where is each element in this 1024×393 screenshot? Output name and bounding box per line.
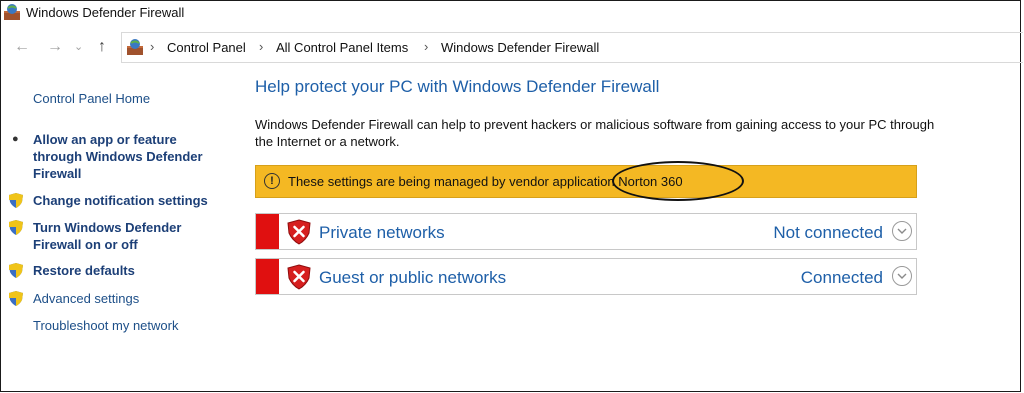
- address-bar[interactable]: › Control Panel › All Control Panel Item…: [121, 32, 1023, 63]
- change-notification-settings-link[interactable]: Change notification settings: [33, 192, 208, 209]
- troubleshoot-network-link[interactable]: Troubleshoot my network: [33, 317, 178, 334]
- restore-defaults-link[interactable]: Restore defaults: [33, 262, 135, 279]
- red-shield-x-icon: [287, 264, 311, 290]
- breadcrumb-separator-icon: ›: [150, 39, 155, 54]
- uac-shield-icon: [9, 291, 23, 306]
- breadcrumb-separator-icon[interactable]: ›: [424, 39, 428, 54]
- page-title: Help protect your PC with Windows Defend…: [255, 77, 660, 96]
- control-panel-home-link[interactable]: Control Panel Home: [33, 90, 150, 107]
- warning-icon: !: [264, 173, 280, 189]
- forward-arrow-icon[interactable]: →: [47, 38, 63, 56]
- uac-shield-icon: [9, 193, 23, 208]
- recent-dropdown-icon[interactable]: ⌄: [74, 40, 83, 53]
- private-networks-panel[interactable]: Private networks Not connected: [255, 213, 917, 250]
- control-panel-icon: [127, 39, 143, 55]
- allow-app-link[interactable]: Allow an app or feature through Windows …: [33, 131, 223, 182]
- back-arrow-icon[interactable]: ←: [14, 38, 30, 56]
- vendor-managed-banner: ! These settings are being managed by ve…: [255, 165, 917, 198]
- up-arrow-icon[interactable]: ↑: [98, 38, 106, 56]
- firewall-description: Windows Defender Firewall can help to pr…: [255, 117, 935, 149]
- network-status: Connected: [800, 268, 883, 287]
- public-networks-panel[interactable]: Guest or public networks Connected: [255, 258, 917, 295]
- alert-bar: [256, 214, 279, 249]
- network-label[interactable]: Private networks: [319, 223, 445, 243]
- breadcrumb-control-panel[interactable]: Control Panel: [167, 40, 246, 55]
- breadcrumb-firewall[interactable]: Windows Defender Firewall: [441, 40, 599, 55]
- network-status: Not connected: [773, 223, 883, 242]
- advanced-settings-link[interactable]: Advanced settings: [33, 290, 139, 307]
- chevron-down-icon[interactable]: [892, 266, 912, 286]
- uac-shield-icon: [9, 263, 23, 278]
- window-title: Windows Defender Firewall: [26, 5, 185, 20]
- chevron-down-icon[interactable]: [892, 221, 912, 241]
- alert-bar: [256, 259, 279, 294]
- breadcrumb-all-items[interactable]: All Control Panel Items: [276, 40, 408, 55]
- red-shield-x-icon: [287, 219, 311, 245]
- network-label[interactable]: Guest or public networks: [319, 268, 506, 288]
- turn-firewall-on-off-link[interactable]: Turn Windows Defender Firewall on or off: [33, 219, 203, 253]
- bullet-icon: ●: [12, 133, 19, 145]
- title-bar: Windows Defender Firewall: [0, 0, 1024, 26]
- annotation-circle: [612, 161, 744, 201]
- uac-shield-icon: [9, 220, 23, 235]
- firewall-app-icon: [4, 4, 20, 20]
- breadcrumb-separator-icon[interactable]: ›: [259, 39, 263, 54]
